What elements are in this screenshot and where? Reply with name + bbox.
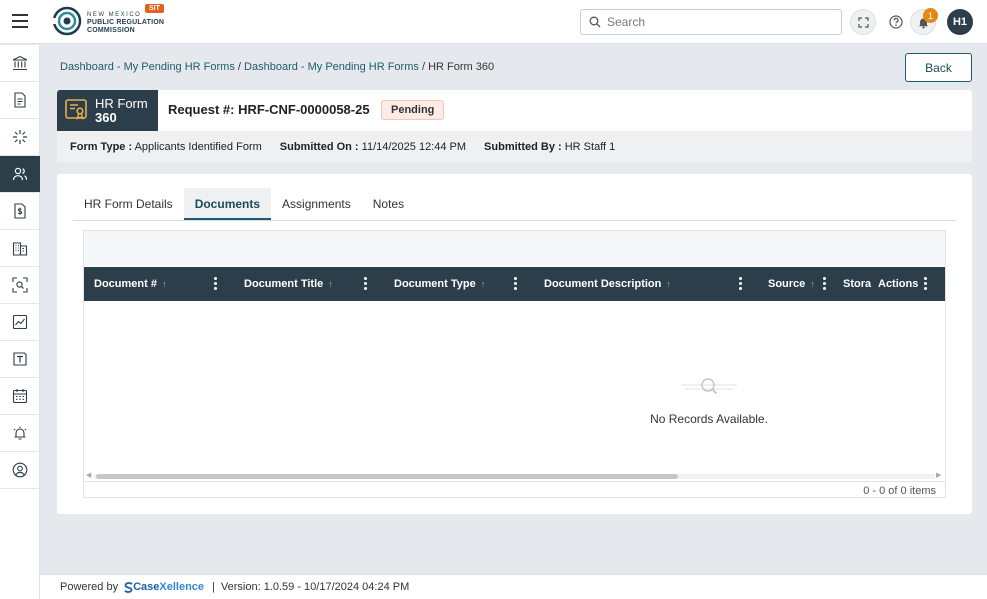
notification-count-badge: 1 bbox=[923, 8, 938, 23]
tab-documents[interactable]: Documents bbox=[183, 188, 272, 220]
scroll-right-arrow-icon[interactable]: ▶ bbox=[936, 471, 941, 479]
request-meta-row: Form Type : Applicants Identified Form S… bbox=[57, 131, 972, 162]
grid-body: No Records Available. bbox=[84, 301, 945, 471]
form-type-field: Form Type : Applicants Identified Form bbox=[70, 140, 262, 153]
brand-s-icon bbox=[124, 581, 133, 593]
form-type-tag: HR Form 360 bbox=[57, 90, 158, 131]
column-header-storage[interactable]: Stora bbox=[843, 267, 871, 301]
sidebar-item-templates[interactable] bbox=[0, 341, 40, 378]
tab-assignments[interactable]: Assignments bbox=[271, 188, 362, 220]
logo-mark-icon bbox=[52, 6, 82, 36]
grid-header: Document # ↑ Document Title ↑ Document Typ… bbox=[84, 267, 945, 301]
dollar-doc-icon bbox=[14, 203, 26, 219]
user-avatar[interactable]: H1 bbox=[947, 9, 973, 35]
top-header: NEW MEXICO PUBLIC REGULATION COMMISSION … bbox=[0, 0, 987, 44]
column-header-document-number[interactable]: Document # ↑ bbox=[94, 267, 166, 301]
sidebar-item-users[interactable] bbox=[0, 156, 40, 193]
environment-badge: SIT bbox=[145, 4, 164, 13]
breadcrumb: Dashboard - My Pending HR Forms / Dashbo… bbox=[60, 61, 494, 73]
nmprc-logo[interactable]: NEW MEXICO PUBLIC REGULATION COMMISSION … bbox=[52, 4, 172, 40]
hamburger-menu-icon[interactable] bbox=[12, 14, 28, 28]
template-icon bbox=[13, 352, 27, 366]
submitted-by-field: Submitted By : HR Staff 1 bbox=[484, 140, 616, 153]
column-menu-icon[interactable] bbox=[364, 277, 368, 291]
spark-icon bbox=[13, 130, 27, 144]
pager-info: 0 - 0 of 0 items bbox=[84, 481, 945, 497]
sidebar-nav bbox=[0, 45, 40, 599]
details-tabs-card: HR Form Details Documents Assignments No… bbox=[57, 174, 972, 514]
column-menu-icon[interactable] bbox=[924, 277, 928, 291]
scan-search-icon bbox=[12, 277, 28, 293]
help-button[interactable] bbox=[883, 9, 909, 35]
version-info: Version: 1.0.59 - 10/17/2024 04:24 PM bbox=[220, 581, 410, 593]
sidebar-item-reports[interactable] bbox=[0, 304, 40, 341]
search-input[interactable] bbox=[607, 15, 827, 29]
column-header-document-title[interactable]: Document Title ↑ bbox=[244, 267, 333, 301]
sidebar-item-calendar[interactable] bbox=[0, 378, 40, 415]
form-tag-line2: 360 bbox=[95, 110, 117, 125]
help-icon bbox=[889, 15, 903, 29]
sidebar-item-buildings[interactable] bbox=[0, 230, 40, 267]
brand-name-part2: Xellence bbox=[159, 581, 205, 593]
empty-state-message: No Records Available. bbox=[650, 412, 768, 426]
powered-by-label: Powered by bbox=[60, 581, 119, 593]
no-records-search-icon bbox=[681, 378, 737, 395]
column-header-actions[interactable]: Actions bbox=[878, 267, 918, 301]
column-menu-icon[interactable] bbox=[739, 277, 743, 291]
breadcrumb-link-2[interactable]: Dashboard - My Pending HR Forms bbox=[244, 61, 419, 73]
sort-arrow-icon: ↑ bbox=[328, 279, 333, 289]
grid-toolbar bbox=[84, 231, 945, 266]
casexellence-logo: Case Xellence bbox=[124, 581, 204, 593]
logo-text: NEW MEXICO PUBLIC REGULATION COMMISSION bbox=[87, 12, 165, 34]
bank-icon bbox=[12, 55, 28, 71]
sidebar-item-finance[interactable] bbox=[0, 193, 40, 230]
sidebar-item-profile[interactable] bbox=[0, 452, 40, 489]
horizontal-scrollbar[interactable]: ◀ ▶ bbox=[84, 471, 945, 481]
breadcrumb-link-1[interactable]: Dashboard - My Pending HR Forms bbox=[60, 61, 235, 73]
request-summary-card: HR Form 360 Request #: HRF-CNF-0000058-2… bbox=[57, 90, 972, 162]
scroll-left-arrow-icon[interactable]: ◀ bbox=[86, 471, 91, 479]
chart-icon bbox=[12, 314, 28, 330]
alarm-icon bbox=[13, 426, 27, 440]
tab-bar: HR Form Details Documents Assignments No… bbox=[73, 188, 956, 221]
column-header-document-type[interactable]: Document Type ↑ bbox=[394, 267, 485, 301]
page-footer: Powered by Case Xellence | Version: 1.0.5… bbox=[40, 574, 987, 599]
calendar-icon bbox=[12, 389, 28, 404]
column-header-source[interactable]: Source ↑ bbox=[768, 267, 815, 301]
search-icon bbox=[589, 16, 601, 28]
sort-arrow-icon: ↑ bbox=[480, 279, 486, 289]
building-icon bbox=[12, 242, 28, 256]
sort-arrow-icon: ↑ bbox=[810, 279, 815, 289]
sort-arrow-icon: ↑ bbox=[666, 279, 671, 289]
breadcrumb-current: HR Form 360 bbox=[428, 61, 495, 73]
documents-grid: Document # ↑ Document Title ↑ Document Typ… bbox=[83, 230, 946, 498]
column-menu-icon[interactable] bbox=[214, 277, 218, 291]
sidebar-item-alerts[interactable] bbox=[0, 415, 40, 452]
sidebar-item-spark[interactable] bbox=[0, 119, 40, 156]
sort-arrow-icon: ↑ bbox=[161, 279, 167, 289]
column-header-document-description[interactable]: Document Description ↑ bbox=[544, 267, 671, 301]
footer-separator: | bbox=[212, 581, 215, 593]
tab-notes[interactable]: Notes bbox=[362, 188, 415, 220]
tab-hr-form-details[interactable]: HR Form Details bbox=[73, 188, 184, 220]
global-search[interactable] bbox=[580, 9, 842, 35]
column-menu-icon[interactable] bbox=[823, 277, 827, 291]
back-button[interactable]: Back bbox=[905, 53, 972, 82]
form-tag-line1: HR Form bbox=[95, 96, 148, 111]
users-icon bbox=[12, 167, 28, 181]
fullscreen-icon bbox=[857, 16, 869, 28]
brand-name-part1: Case bbox=[133, 581, 160, 593]
sidebar-item-documents[interactable] bbox=[0, 82, 40, 119]
fullscreen-button[interactable] bbox=[850, 9, 876, 35]
status-badge: Pending bbox=[381, 100, 445, 120]
submitted-on-field: Submitted On : 11/14/2025 12:44 PM bbox=[279, 140, 467, 153]
scrollbar-thumb[interactable] bbox=[96, 474, 678, 479]
user-circle-icon bbox=[12, 462, 28, 478]
form-certificate-icon bbox=[65, 99, 87, 120]
sidebar-item-inspection[interactable] bbox=[0, 267, 40, 304]
request-number: Request #: HRF-CNF-0000058-25 bbox=[168, 102, 370, 117]
sidebar-item-bank[interactable] bbox=[0, 45, 40, 82]
column-menu-icon[interactable] bbox=[514, 277, 518, 291]
document-icon bbox=[14, 92, 26, 108]
